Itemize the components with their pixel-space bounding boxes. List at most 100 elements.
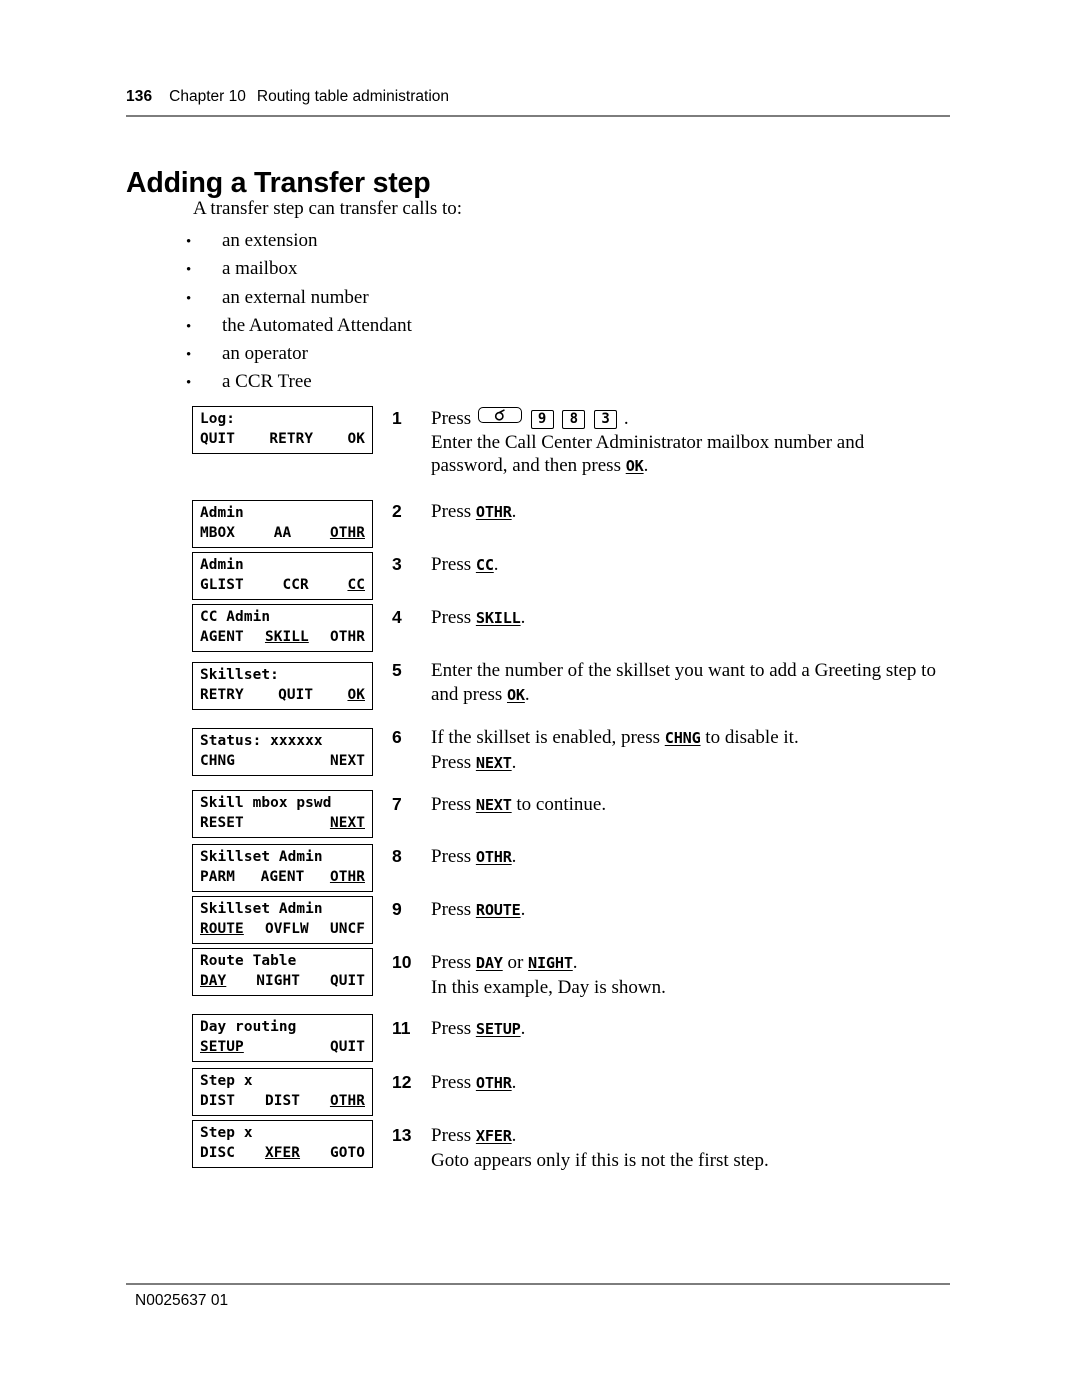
softkey-label[interactable]: QUIT: [244, 686, 348, 706]
lcd-prompt-line: Admin: [200, 557, 244, 573]
intro-paragraph: A transfer step can transfer calls to:: [193, 198, 463, 219]
softkey-label[interactable]: NEXT: [330, 814, 365, 834]
softkey-label[interactable]: OTHR: [330, 524, 365, 544]
step-body: Press OTHR.: [431, 500, 976, 525]
softkey-label[interactable]: [235, 752, 330, 772]
bullet-dot-icon: •: [186, 262, 192, 279]
softkey-label[interactable]: OVFLW: [244, 920, 330, 940]
dialpad-key-8: 8: [562, 410, 586, 429]
list-item-label: an extension: [222, 230, 318, 251]
lcd-prompt-line: Step x: [200, 1125, 253, 1141]
softkey-label[interactable]: ROUTE: [200, 920, 244, 940]
step-11: 11 Press SETUP.: [392, 1017, 976, 1042]
step-body: Press CC.: [431, 553, 976, 578]
step-line: Goto appears only if this is not the fir…: [431, 1149, 769, 1171]
bullet-dot-icon: •: [186, 290, 192, 307]
softkey-reference: DAY: [475, 954, 503, 972]
lcd-prompt-line: Day routing: [200, 1019, 297, 1035]
softkey-label[interactable]: CHNG: [200, 752, 235, 772]
dialpad-key-3: 3: [594, 410, 618, 429]
step-line: Press SKILL.: [431, 607, 526, 628]
softkey-label[interactable]: RETRY: [235, 430, 347, 450]
step-line: Enter the number of the skillset you wan…: [431, 660, 936, 681]
page-title: Adding a Transfer step: [126, 167, 431, 200]
list-item-label: an external number: [222, 286, 369, 308]
softkey-label[interactable]: PARM: [200, 868, 235, 888]
softkey-label[interactable]: [244, 814, 330, 834]
softkey-label[interactable]: SKILL: [244, 628, 330, 648]
lcd-softkey-row: AGENT SKILL OTHR: [200, 628, 365, 648]
softkey-reference: SETUP: [475, 1020, 521, 1038]
dialpad-key-9: 9: [530, 410, 554, 429]
softkey-label[interactable]: GOTO: [330, 1144, 365, 1164]
running-header: 136 Chapter 10 Routing table administrat…: [126, 88, 950, 106]
lcd-prompt-line: Skillset Admin: [200, 901, 323, 917]
softkey-reference: OTHR: [475, 503, 512, 521]
softkey-label[interactable]: DIST: [235, 1092, 330, 1112]
softkey-label[interactable]: AA: [235, 524, 330, 544]
lcd-display-skillset: Skillset: RETRY QUIT OK: [192, 662, 373, 710]
step-line: Press NEXT.: [431, 751, 517, 773]
softkey-label[interactable]: SETUP: [200, 1038, 244, 1058]
softkey-label[interactable]: DIST: [200, 1092, 235, 1112]
step-body: Press DAY or NIGHT. In this example, Day …: [431, 951, 976, 999]
softkey-label[interactable]: AGENT: [200, 628, 244, 648]
lcd-display-step-x-disc: Step x DISC XFER GOTO: [192, 1120, 373, 1168]
list-item-label: a CCR Tree: [222, 371, 312, 393]
footer-divider: [126, 1283, 950, 1285]
step-body: Press 9 8 3 . Enter the Call Center Admin…: [431, 407, 976, 479]
step-body: Press NEXT to continue.: [431, 793, 976, 818]
softkey-label[interactable]: GLIST: [200, 576, 244, 596]
softkey-label[interactable]: QUIT: [330, 1038, 365, 1058]
list-item-label: the Automated Attendant: [222, 314, 412, 336]
step-body: Press SKILL.: [431, 606, 976, 631]
transfer-targets-list: • an extension • a mailbox • an external numb…: [186, 230, 686, 400]
softkey-label[interactable]: QUIT: [330, 972, 365, 992]
softkey-label[interactable]: RESET: [200, 814, 244, 834]
softkey-reference: XFER: [475, 1127, 512, 1145]
softkey-label[interactable]: NIGHT: [226, 972, 330, 992]
softkey-label[interactable]: OK: [347, 430, 365, 450]
lcd-prompt-line: Route Table: [200, 953, 297, 969]
softkey-label[interactable]: [244, 1038, 330, 1058]
step-number: 1: [392, 408, 402, 428]
step-13: 13 Press XFER. Goto appears only if this i…: [392, 1124, 976, 1172]
softkey-label[interactable]: AGENT: [235, 868, 330, 888]
step-2: 2 Press OTHR.: [392, 500, 976, 525]
lcd-softkey-row: PARM AGENT OTHR: [200, 868, 365, 888]
lcd-display-day-routing: Day routing SETUP QUIT: [192, 1014, 373, 1062]
lcd-prompt-line: Skillset Admin: [200, 849, 323, 865]
list-item-label: a mailbox: [222, 258, 298, 280]
lcd-prompt-line: Admin: [200, 505, 244, 521]
softkey-label[interactable]: MBOX: [200, 524, 235, 544]
lcd-display-skillset-admin-parm: Skillset Admin PARM AGENT OTHR: [192, 844, 373, 892]
softkey-label[interactable]: DISC: [200, 1144, 235, 1164]
step-line: Press CC.: [431, 554, 499, 575]
step-number: 8: [392, 846, 402, 866]
document-page: 136 Chapter 10 Routing table administrat…: [0, 0, 1080, 1397]
softkey-label[interactable]: CCR: [244, 576, 348, 596]
lcd-display-admin-glist: Admin GLIST CCR CC: [192, 552, 373, 600]
lcd-display-skillset-admin-route: Skillset Admin ROUTE OVFLW UNCF: [192, 896, 373, 944]
softkey-label[interactable]: NEXT: [330, 752, 365, 772]
softkey-label[interactable]: OTHR: [330, 1092, 365, 1112]
softkey-label[interactable]: OK: [347, 686, 365, 706]
softkey-label[interactable]: OTHR: [330, 628, 365, 648]
softkey-label[interactable]: XFER: [235, 1144, 330, 1164]
step-12: 12 Press OTHR.: [392, 1071, 976, 1096]
softkey-label[interactable]: OTHR: [330, 868, 365, 888]
bullet-dot-icon: •: [186, 234, 192, 250]
lcd-softkey-row: CHNG NEXT: [200, 752, 365, 772]
softkey-label[interactable]: CC: [347, 576, 365, 596]
softkey-label[interactable]: RETRY: [200, 686, 244, 706]
step-number: 6: [392, 727, 402, 747]
softkey-label[interactable]: DAY: [200, 972, 226, 992]
step-number: 7: [392, 794, 402, 814]
softkey-reference: NEXT: [475, 753, 512, 772]
step-body: Press OTHR.: [431, 1071, 976, 1096]
step-line: Press DAY or NIGHT.: [431, 952, 578, 973]
softkey-label[interactable]: UNCF: [330, 920, 365, 940]
softkey-label[interactable]: QUIT: [200, 430, 235, 450]
step-line: Press NEXT to continue.: [431, 794, 607, 815]
list-item: • an extension: [186, 230, 686, 258]
